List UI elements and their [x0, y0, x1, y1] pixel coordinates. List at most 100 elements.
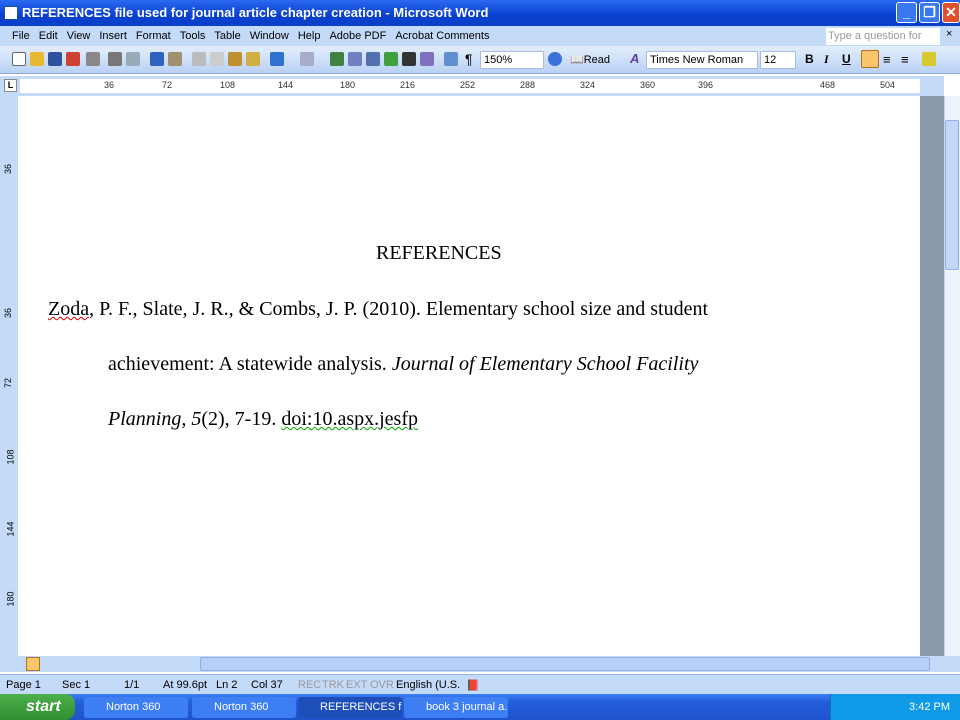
menu-acrobat-comments[interactable]: Acrobat Comments	[395, 30, 489, 42]
ruler-tick: 216	[400, 80, 416, 90]
tab-selector[interactable]: L	[4, 79, 17, 92]
status-rec[interactable]: REC	[298, 679, 321, 691]
status-trk[interactable]: TRK	[322, 679, 344, 691]
read-button[interactable]: 📖Read	[570, 53, 610, 66]
reference-text: , P. F., Slate, J. R., & Combs, J. P. (2…	[89, 298, 709, 320]
paste-icon[interactable]	[228, 52, 242, 66]
italic-button[interactable]: I	[824, 52, 829, 67]
email-icon[interactable]	[86, 52, 100, 66]
ruler-tick: 396	[698, 80, 714, 90]
vertical-scroll-thumb[interactable]	[945, 120, 959, 270]
spelling-status-icon[interactable]: 📕	[466, 679, 480, 692]
cut-icon[interactable]	[192, 52, 206, 66]
minimize-button[interactable]: _	[896, 2, 917, 23]
align-center-icon[interactable]: ≡	[883, 52, 891, 67]
menu-view[interactable]: View	[67, 30, 91, 42]
new-icon[interactable]	[12, 52, 26, 66]
save-icon[interactable]	[48, 52, 62, 66]
toolbar: ¶ 150% 📖Read A Times New Roman 12 B I U …	[0, 46, 960, 74]
start-button[interactable]: start	[0, 694, 75, 720]
status-at: At 99.6pt	[163, 679, 208, 691]
zoom-select[interactable]: 150%	[480, 51, 544, 69]
status-language: English (U.S.	[396, 679, 461, 691]
status-line: Ln 2	[216, 679, 238, 691]
columns-icon[interactable]	[402, 52, 416, 66]
font-size-select[interactable]: 12	[760, 51, 796, 69]
font-select[interactable]: Times New Roman	[646, 51, 758, 69]
underline-button[interactable]: U	[842, 52, 851, 66]
align-left-icon[interactable]	[861, 50, 879, 68]
word-icon	[4, 6, 18, 20]
task-norton-2[interactable]: Norton 360	[192, 697, 296, 718]
menu-insert[interactable]: Insert	[99, 30, 127, 42]
horizontal-scrollbar[interactable]	[0, 656, 960, 672]
print-preview-icon[interactable]	[126, 52, 140, 66]
menu-window[interactable]: Window	[250, 30, 289, 42]
restore-button[interactable]: ❐	[919, 2, 940, 23]
menu-format[interactable]: Format	[136, 30, 171, 42]
task-norton-1[interactable]: Norton 360	[84, 697, 188, 718]
ruler-tick: 144	[278, 80, 294, 90]
format-painter-icon[interactable]	[246, 52, 260, 66]
ruler-tick: 180	[5, 591, 16, 607]
ruler-tick: 72	[162, 80, 173, 90]
styles-icon[interactable]: A	[630, 51, 639, 66]
status-bar: Page 1 Sec 1 1/1 At 99.6pt Ln 2 Col 37 R…	[0, 674, 960, 694]
align-right-icon[interactable]: ≡	[901, 52, 909, 67]
tables-borders-icon[interactable]	[348, 52, 362, 66]
status-ext[interactable]: EXT	[346, 679, 367, 691]
ruler-tick: 144	[5, 521, 16, 537]
close-button[interactable]: ✕	[942, 2, 960, 23]
print-icon[interactable]	[108, 52, 122, 66]
ruler-tick: 324	[580, 80, 596, 90]
help-search-input[interactable]: Type a question for help	[826, 28, 940, 59]
vertical-ruler: 36 36 72 108 144 180	[0, 96, 18, 656]
drawing-icon[interactable]	[420, 52, 434, 66]
hyperlink-icon[interactable]	[330, 52, 344, 66]
insert-table-icon[interactable]	[366, 52, 380, 66]
system-tray: 3:42 PM	[830, 694, 960, 720]
menu-help[interactable]: Help	[298, 30, 321, 42]
show-hide-icon[interactable]: ¶	[465, 51, 473, 67]
ruler-tick: 360	[640, 80, 656, 90]
misspelled-author: Zoda	[48, 298, 90, 320]
open-icon[interactable]	[30, 52, 44, 66]
help-icon[interactable]	[548, 52, 562, 66]
redo-icon[interactable]	[300, 52, 314, 66]
permission-icon[interactable]	[66, 52, 80, 66]
research-icon[interactable]	[168, 52, 182, 66]
document-map-icon[interactable]	[444, 52, 458, 66]
menu-tools[interactable]: Tools	[180, 30, 206, 42]
page-margin-area	[920, 96, 944, 656]
status-pages: 1/1	[124, 679, 140, 691]
journal-volume: Planning, 5	[108, 408, 202, 430]
ruler-tick: 108	[220, 80, 236, 90]
menu-edit[interactable]: Edit	[39, 30, 58, 42]
book-icon: 📖	[570, 54, 584, 66]
spelling-icon[interactable]	[150, 52, 164, 66]
menu-bar: File Edit View Insert Format Tools Table…	[0, 26, 960, 46]
horizontal-ruler[interactable]: L 36 72 108 144 180 216 252 288 324 360 …	[0, 76, 944, 96]
status-ovr[interactable]: OVR	[370, 679, 394, 691]
reference-line-2: achievement: A statewide analysis. Journ…	[108, 353, 698, 376]
title-bar: REFERENCES file used for journal article…	[0, 0, 960, 26]
task-book3[interactable]: book 3 journal a...	[404, 697, 508, 718]
copy-icon[interactable]	[210, 52, 224, 66]
menu-table[interactable]: Table	[214, 30, 240, 42]
undo-icon[interactable]	[270, 52, 284, 66]
close-document-button[interactable]: ×	[946, 28, 952, 40]
document-page[interactable]: REFERENCES Zoda, P. F., Slate, J. R., & …	[18, 96, 920, 656]
bold-button[interactable]: B	[805, 52, 814, 66]
insert-excel-icon[interactable]	[384, 52, 398, 66]
reference-text: achievement: A statewide analysis.	[108, 353, 392, 375]
task-references[interactable]: REFERENCES fil...	[298, 697, 402, 718]
print-layout-view-button[interactable]	[26, 657, 40, 671]
menu-adobe-pdf[interactable]: Adobe PDF	[329, 30, 386, 42]
horizontal-scroll-thumb[interactable]	[200, 657, 930, 671]
highlight-icon[interactable]	[922, 52, 936, 66]
window-title: REFERENCES file used for journal article…	[22, 5, 489, 20]
ruler-tick: 468	[820, 80, 836, 90]
status-col: Col 37	[251, 679, 283, 691]
menu-file[interactable]: File	[12, 30, 30, 42]
ruler-tick: 36	[3, 307, 14, 319]
